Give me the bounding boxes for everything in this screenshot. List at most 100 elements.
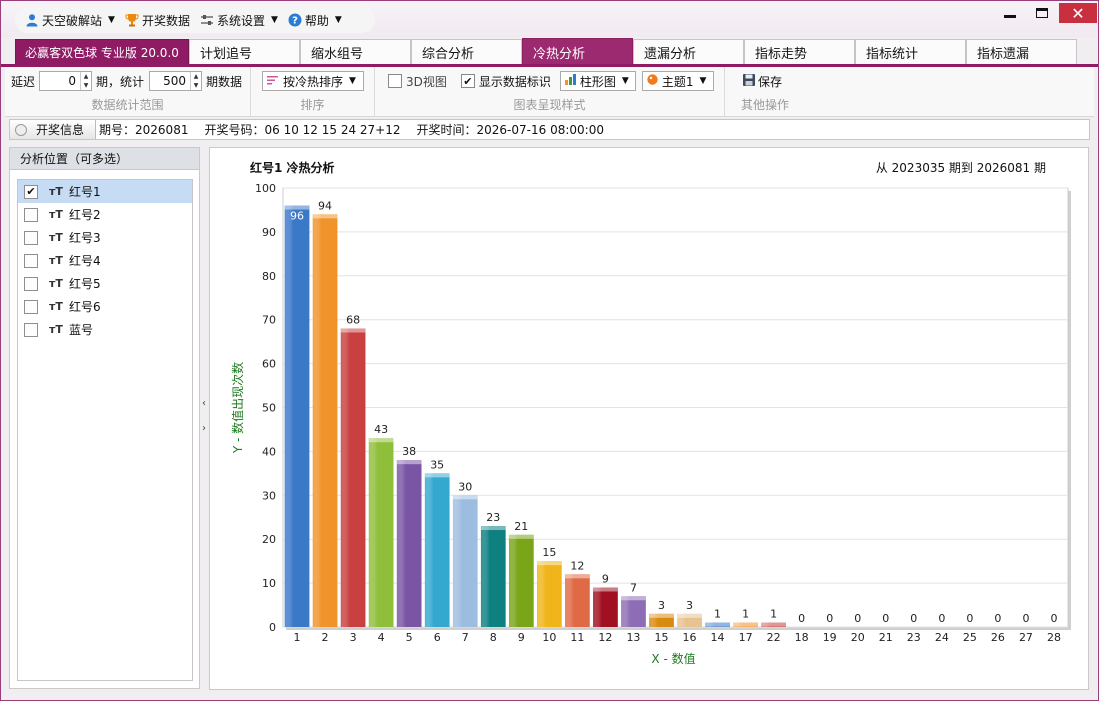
menu-help-label: 帮助	[304, 13, 329, 28]
bar-cap	[761, 622, 786, 627]
bar-cap	[480, 526, 506, 531]
tab-label: 遗漏分析	[644, 46, 697, 62]
numbers-value: 06 10 12 15 24 27+12	[264, 122, 401, 137]
tab-indicator-trend[interactable]: 指标走势	[744, 39, 855, 64]
menu-settings-label: 系统设置	[216, 13, 265, 28]
menu-lottery-data[interactable]: 开奖数据	[125, 12, 190, 29]
menu-site-label: 天空破解站	[42, 13, 103, 28]
panel-splitter[interactable]: ‹ ›	[200, 386, 208, 446]
text-type-icon: ᴛT	[49, 185, 63, 198]
checkbox[interactable]	[24, 207, 38, 222]
show-labels-checkbox[interactable]: ✔	[460, 74, 475, 88]
chart-type-combo[interactable]: 柱形图 ▼	[559, 71, 636, 91]
issue-label: 期号：	[99, 123, 136, 137]
x-tick-label: 4	[378, 631, 385, 644]
bar-cap	[677, 613, 702, 618]
group-label: 其他操作	[740, 98, 789, 112]
chart-panel: 红号1 冷热分析 从 2023035 期到 2026081 期 0 10 20 30 4…	[209, 147, 1089, 690]
theme-combo[interactable]: 主题1 ▼	[641, 71, 714, 91]
data-label: 68	[346, 313, 360, 326]
tab-brand[interactable]: 必赢客双色球 专业版 20.0.0	[15, 39, 189, 64]
trophy-icon	[125, 13, 139, 27]
settings-icon	[200, 13, 214, 27]
view3d-checkbox[interactable]	[388, 74, 402, 88]
chevron-down-icon: ▼	[108, 15, 115, 25]
bar-shine	[284, 205, 310, 627]
chevron-down-icon: ▼	[270, 15, 278, 25]
tab-reduce-combine[interactable]: 缩水组号	[300, 39, 411, 64]
chevron-down-icon: ▼	[621, 76, 629, 86]
bar-cap	[621, 596, 646, 601]
spinner-arrows[interactable]: ▲ ▼	[80, 72, 91, 90]
maximize-button[interactable]	[1027, 3, 1057, 23]
toggle-circle-icon	[15, 123, 27, 136]
data-label: 9	[602, 572, 609, 585]
checkbox[interactable]	[24, 253, 38, 268]
item-label: 红号4	[69, 254, 101, 268]
tab-label: 指标遗漏	[977, 46, 1030, 62]
tab-label: 冷热分析	[533, 46, 586, 62]
menu-site[interactable]: 天空破解站 ▼	[25, 12, 115, 29]
text-type-icon: ᴛT	[49, 231, 63, 244]
tab-omission[interactable]: 遗漏分析	[633, 39, 744, 64]
list-item-red2[interactable]: ᴛT 红号2	[18, 203, 192, 226]
chevron-left-icon[interactable]: ‹	[202, 398, 206, 409]
save-button[interactable]: 保存	[743, 71, 782, 91]
data-label: 21	[514, 520, 528, 533]
list-item-red5[interactable]: ᴛT 红号5	[18, 272, 192, 295]
theme-value: 主题1	[661, 74, 694, 89]
delay-spinner[interactable]: 0 ▲ ▼	[39, 71, 93, 91]
draw-info-button[interactable]: 开奖信息	[10, 120, 96, 139]
bar-cap	[705, 622, 730, 627]
spinner-arrows[interactable]: ▲ ▼	[190, 72, 201, 90]
tab-label: 缩水组号	[311, 46, 364, 62]
tab-hot-cold[interactable]: 冷热分析	[522, 38, 633, 65]
text-type-icon: ᴛT	[49, 208, 63, 221]
y-tick-label: 90	[262, 226, 276, 239]
title-bar: 天空破解站 ▼ 开奖数据 系统设置 ▼ ? 帮助 ▼ ✕	[1, 1, 1098, 37]
checkbox[interactable]: ✔	[24, 184, 38, 199]
text-type-icon: ᴛT	[49, 277, 63, 290]
tab-comprehensive[interactable]: 综合分析	[411, 39, 522, 64]
data-label: 0	[798, 612, 805, 625]
issue-value: 2026081	[135, 122, 189, 137]
list-item-red3[interactable]: ᴛT 红号3	[18, 226, 192, 249]
bar-chart-icon	[564, 74, 576, 88]
menu-help[interactable]: ? 帮助 ▼	[288, 12, 342, 29]
group-sort: 按冷热排序 ▼ 排序	[251, 67, 375, 117]
checkbox[interactable]	[24, 276, 38, 291]
position-list: ✔ ᴛT 红号1 ᴛT 红号2 ᴛT 红号3 ᴛT 红号4 ᴛT 红号5 ᴛT 红号6 ᴛT 蓝…	[17, 179, 193, 681]
x-tick-label: 16	[683, 631, 697, 644]
list-item-red4[interactable]: ᴛT 红号4	[18, 249, 192, 272]
list-item-red1[interactable]: ✔ ᴛT 红号1	[18, 180, 192, 203]
sort-combo[interactable]: 按冷热排序 ▼	[262, 71, 364, 91]
bar-shine	[424, 473, 450, 627]
tab-plan-tracking[interactable]: 计划追号	[189, 39, 300, 64]
list-item-red6[interactable]: ᴛT 红号6	[18, 295, 192, 318]
tab-indicator-omission[interactable]: 指标遗漏	[966, 39, 1077, 64]
x-tick-label: 18	[795, 631, 809, 644]
menu-lottery-data-label: 开奖数据	[141, 13, 190, 28]
list-item-blue[interactable]: ᴛT 蓝号	[18, 318, 192, 341]
x-tick-label: 7	[462, 631, 469, 644]
chevron-right-icon[interactable]: ›	[202, 423, 206, 434]
close-button[interactable]: ✕	[1059, 3, 1097, 23]
x-tick-label: 20	[851, 631, 865, 644]
x-tick-label: 3	[350, 631, 357, 644]
x-tick-label: 14	[711, 631, 725, 644]
checkbox[interactable]	[24, 299, 38, 314]
checkbox[interactable]	[24, 230, 38, 245]
checkbox[interactable]	[24, 322, 38, 337]
menu-settings[interactable]: 系统设置 ▼	[200, 12, 278, 29]
x-tick-label: 1	[294, 631, 301, 644]
count-spinner[interactable]: 500 ▲ ▼	[149, 71, 203, 91]
delay-value[interactable]: 0	[40, 72, 80, 90]
text-type-icon: ᴛT	[49, 300, 63, 313]
x-tick-label: 12	[598, 631, 612, 644]
data-label: 1	[714, 608, 721, 621]
count-value[interactable]: 500	[150, 72, 190, 90]
minimize-button[interactable]	[995, 3, 1025, 23]
group-chart-style: 3D视图 ✔ 显示数据标识 柱形图 ▼ 主题1 ▼ 图表呈现样式	[375, 67, 725, 117]
tab-indicator-stats[interactable]: 指标统计	[855, 39, 966, 64]
bar-shine	[312, 214, 338, 627]
